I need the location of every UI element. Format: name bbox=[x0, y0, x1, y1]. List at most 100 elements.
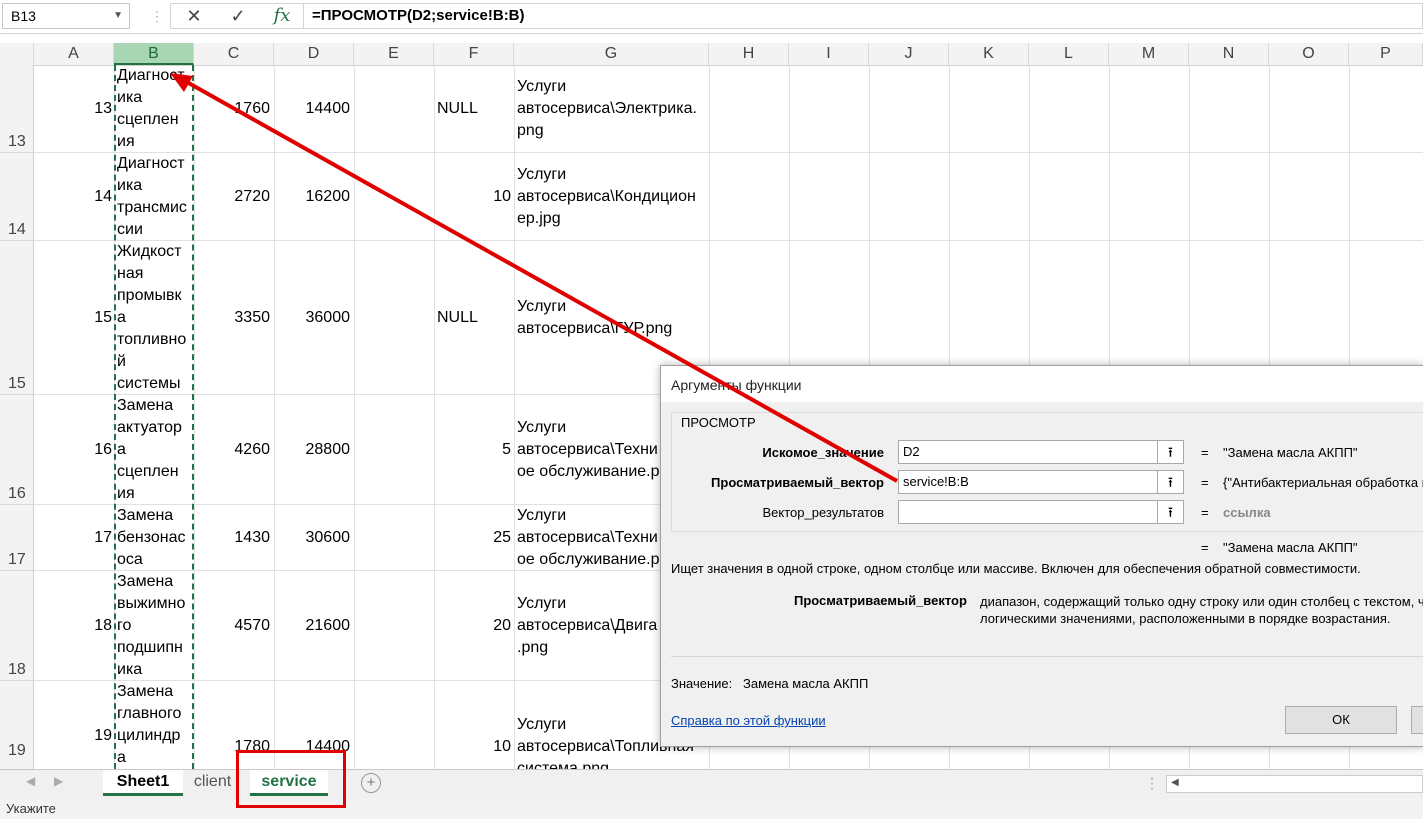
cell-g15[interactable]: Услуги автосервиса\ГУР.png bbox=[517, 296, 672, 340]
horizontal-scrollbar[interactable]: ◀ bbox=[1166, 775, 1423, 793]
cell-f18[interactable]: 20 bbox=[434, 615, 511, 637]
formula-input[interactable]: =ПРОСМОТР(D2;service!B:B) bbox=[304, 3, 1423, 29]
cancel-icon[interactable]: ✕ bbox=[179, 4, 209, 28]
cell-f16[interactable]: 5 bbox=[434, 439, 511, 461]
dialog-title: Аргументы функции bbox=[671, 377, 802, 393]
arg3-input[interactable] bbox=[898, 500, 1158, 524]
arg2-input[interactable]: service!B:B bbox=[898, 470, 1158, 494]
arg3-equals: = bbox=[1201, 505, 1209, 520]
name-box[interactable]: B13 ▼ bbox=[2, 3, 130, 29]
column-headers: A B C D E F G H I J K L M N O P bbox=[0, 43, 1423, 66]
argument-name: Просматриваемый_вектор bbox=[794, 593, 967, 608]
row-header-19[interactable]: 19 bbox=[0, 681, 34, 769]
tab-client[interactable]: client bbox=[185, 770, 240, 796]
cell-d14[interactable]: 16200 bbox=[274, 186, 351, 208]
cell-a19[interactable]: 19 bbox=[34, 725, 112, 747]
cell-c14[interactable]: 2720 bbox=[194, 186, 270, 208]
cell-d15[interactable]: 36000 bbox=[274, 307, 351, 329]
cancel-button[interactable] bbox=[1411, 706, 1423, 734]
cell-g14[interactable]: Услуги автосервиса\Кондицион ер.jpg bbox=[517, 164, 696, 230]
cell-f15[interactable]: NULL bbox=[437, 307, 478, 329]
arg3-label: Вектор_результатов bbox=[762, 505, 884, 520]
formula-value: Замена масла АКПП bbox=[743, 676, 869, 691]
drag-handle-icon[interactable]: ⋮ bbox=[1145, 775, 1159, 792]
annotation-highlight-box bbox=[236, 750, 346, 808]
enter-icon[interactable]: ✓ bbox=[223, 4, 253, 28]
column-header-a[interactable]: A bbox=[34, 43, 114, 65]
cell-f17[interactable]: 25 bbox=[434, 527, 511, 549]
column-header-i[interactable]: I bbox=[789, 43, 869, 65]
arg1-equals: = bbox=[1201, 445, 1209, 460]
formula-buttons: ✕ ✓ fx bbox=[170, 3, 304, 29]
cell-c16[interactable]: 4260 bbox=[194, 439, 270, 461]
cell-c18[interactable]: 4570 bbox=[194, 615, 270, 637]
column-header-c[interactable]: C bbox=[194, 43, 274, 65]
help-link[interactable]: Справка по этой функции bbox=[671, 713, 826, 728]
collapse-dialog-icon[interactable]: ⭱ bbox=[1158, 440, 1184, 464]
cell-f13[interactable]: NULL bbox=[437, 98, 478, 120]
column-header-k[interactable]: K bbox=[949, 43, 1029, 65]
dialog-titlebar[interactable]: Аргументы функции bbox=[661, 366, 1423, 402]
function-name-label: ПРОСМОТР bbox=[679, 415, 758, 430]
divider bbox=[671, 656, 1423, 657]
function-description: Ищет значения в одной строке, одном стол… bbox=[671, 561, 1361, 576]
scroll-right-icon[interactable]: ▶ bbox=[54, 774, 63, 788]
cell-c15[interactable]: 3350 bbox=[194, 307, 270, 329]
cell-a15[interactable]: 15 bbox=[34, 307, 112, 329]
row-header-17[interactable]: 17 bbox=[0, 505, 34, 571]
insert-function-icon[interactable]: fx bbox=[267, 4, 297, 28]
row-header-18[interactable]: 18 bbox=[0, 571, 34, 681]
row-header-16[interactable]: 16 bbox=[0, 395, 34, 505]
column-header-d[interactable]: D bbox=[274, 43, 354, 65]
scroll-left-icon[interactable]: ◀ bbox=[1171, 777, 1179, 788]
select-all-corner[interactable] bbox=[0, 43, 34, 65]
arg1-result: "Замена масла АКПП" bbox=[1223, 445, 1358, 460]
cell-c17[interactable]: 1430 bbox=[194, 527, 270, 549]
arg2-result: {"Антибактериальная обработка к bbox=[1223, 475, 1423, 490]
tab-sheet1[interactable]: Sheet1 bbox=[103, 770, 183, 796]
chevron-down-icon[interactable]: ▼ bbox=[113, 4, 123, 28]
column-header-o[interactable]: O bbox=[1269, 43, 1349, 65]
total-equals: = bbox=[1201, 540, 1209, 555]
column-header-f[interactable]: F bbox=[434, 43, 514, 65]
scroll-left-icon[interactable]: ◀ bbox=[26, 774, 35, 788]
row-header-13[interactable]: 13 bbox=[0, 65, 34, 153]
argument-description: диапазон, содержащий только одну строку … bbox=[980, 594, 1423, 626]
sheet-tab-bar: ◀ ▶ Sheet1 client service + ⋮ ◀ bbox=[0, 769, 1423, 800]
cell-g18[interactable]: Услуги автосервиса\Двига .png bbox=[517, 593, 657, 659]
ok-button[interactable]: ОК bbox=[1285, 706, 1397, 734]
cell-a14[interactable]: 14 bbox=[34, 186, 112, 208]
add-sheet-icon[interactable]: + bbox=[361, 773, 381, 793]
cell-d17[interactable]: 30600 bbox=[274, 527, 351, 549]
column-header-m[interactable]: M bbox=[1109, 43, 1189, 65]
cell-c13[interactable]: 1760 bbox=[194, 98, 270, 120]
cell-a17[interactable]: 17 bbox=[34, 527, 112, 549]
arg3-result: ссылка bbox=[1223, 505, 1271, 520]
cell-g17[interactable]: Услуги автосервиса\Техни ое обслуживание.р bbox=[517, 505, 660, 571]
column-header-j[interactable]: J bbox=[869, 43, 949, 65]
column-header-e[interactable]: E bbox=[354, 43, 434, 65]
row-header-14[interactable]: 14 bbox=[0, 153, 34, 241]
collapse-dialog-icon[interactable]: ⭱ bbox=[1158, 500, 1184, 524]
column-header-h[interactable]: H bbox=[709, 43, 789, 65]
column-header-b[interactable]: B bbox=[114, 43, 194, 65]
collapse-dialog-icon[interactable]: ⭱ bbox=[1158, 470, 1184, 494]
row-header-15[interactable]: 15 bbox=[0, 241, 34, 395]
cell-d16[interactable]: 28800 bbox=[274, 439, 351, 461]
cell-a16[interactable]: 16 bbox=[34, 439, 112, 461]
arg1-input[interactable]: D2 bbox=[898, 440, 1158, 464]
cell-a13[interactable]: 13 bbox=[34, 98, 112, 120]
column-header-n[interactable]: N bbox=[1189, 43, 1269, 65]
column-header-l[interactable]: L bbox=[1029, 43, 1109, 65]
cell-a18[interactable]: 18 bbox=[34, 615, 112, 637]
cell-d13[interactable]: 14400 bbox=[274, 98, 351, 120]
total-result: "Замена масла АКПП" bbox=[1223, 540, 1358, 555]
cell-g13[interactable]: Услуги автосервиса\Электрика. png bbox=[517, 76, 697, 142]
drag-handle-icon[interactable]: ⋮ bbox=[150, 8, 164, 24]
cell-f14[interactable]: 10 bbox=[434, 186, 511, 208]
column-header-p[interactable]: P bbox=[1349, 43, 1423, 65]
column-header-g[interactable]: G bbox=[514, 43, 709, 65]
cell-g16[interactable]: Услуги автосервиса\Техни ое обслуживание.р bbox=[517, 417, 660, 483]
cell-d18[interactable]: 21600 bbox=[274, 615, 351, 637]
cell-f19[interactable]: 10 bbox=[434, 736, 511, 758]
